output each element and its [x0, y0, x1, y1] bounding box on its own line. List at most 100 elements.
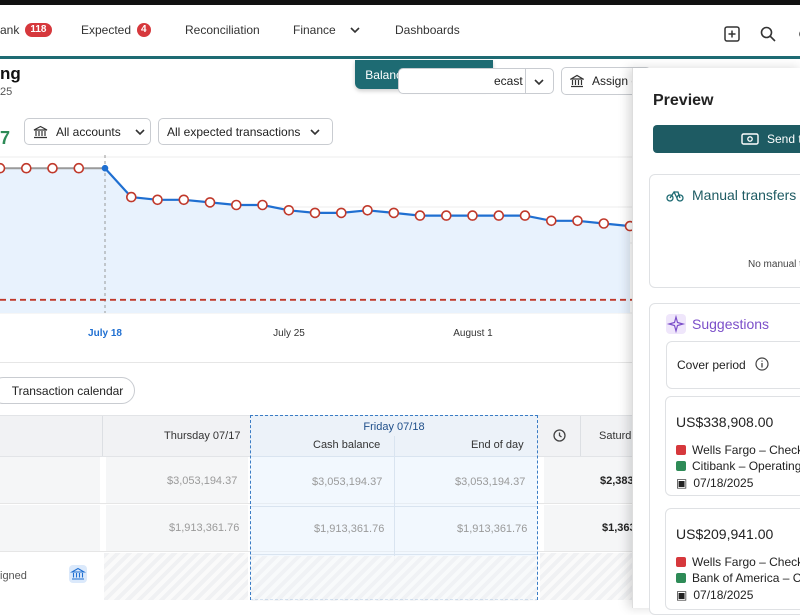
chevron-down-icon[interactable] [532, 75, 546, 89]
tab-transaction-calendar[interactable]: Transaction calendar [0, 377, 135, 404]
nav-item-label: Finance [293, 23, 336, 37]
suggestion-from: Wells Fargo – Check [676, 555, 800, 569]
suggestion-date: ▣ 07/18/2025 [676, 476, 753, 490]
nav-item-reconciliation[interactable]: Reconciliation [185, 23, 260, 37]
bank-icon[interactable] [69, 565, 87, 583]
row-divider [251, 506, 537, 507]
clock-icon[interactable] [552, 428, 567, 443]
data-point[interactable] [126, 191, 137, 203]
chevron-down-icon [135, 128, 145, 135]
tab-label: Transaction calendar [11, 383, 124, 398]
data-point[interactable] [0, 162, 6, 174]
data-point[interactable] [414, 210, 426, 221]
data-point[interactable] [101, 164, 109, 172]
data-point[interactable] [204, 197, 216, 208]
suggestion-to: Bank of America – C [676, 571, 800, 585]
incoming-arrow-icon [676, 461, 686, 471]
manual-transfers-card: Manual transfers No manual tran [649, 174, 800, 288]
data-point[interactable] [388, 207, 400, 219]
transactions-filter[interactable]: All expected transactions [158, 118, 333, 145]
nav-item-bank[interactable]: ank 118 [0, 23, 52, 37]
data-point[interactable] [257, 199, 268, 211]
section-divider [0, 362, 640, 363]
thursday-value: $1,913,361.76 [169, 522, 240, 534]
data-point[interactable] [335, 207, 347, 219]
data-point[interactable] [493, 210, 505, 221]
calendar-icon: ▣ [676, 476, 688, 490]
data-point[interactable] [152, 194, 163, 206]
x-tick-label: August 1 [453, 328, 493, 339]
date-value: 07/18/2025 [693, 476, 754, 490]
data-point[interactable] [440, 210, 452, 221]
row-divider [251, 456, 537, 457]
data-point[interactable] [178, 194, 190, 206]
friday-column-highlight: Friday 07/18 Cash balance End of day $3,… [250, 415, 538, 601]
empty-state-text: No manual tran [748, 259, 800, 270]
column-divider [580, 416, 581, 456]
x-tick-label: July 25 [273, 328, 305, 339]
data-point[interactable] [467, 210, 478, 221]
data-point[interactable] [545, 215, 557, 227]
from-account: Wells Fargo – Check [692, 555, 800, 569]
column-header-thursday: Thursday 07/17 [164, 430, 241, 442]
column-divider [394, 436, 395, 561]
data-point[interactable] [231, 199, 242, 211]
send-button[interactable]: Send t [653, 125, 800, 153]
data-point[interactable] [309, 207, 321, 219]
column-header-friday: Friday 07/18 [363, 421, 425, 433]
forecast-button[interactable]: ecast [398, 68, 554, 94]
nav-item-label: Dashboards [395, 23, 460, 37]
data-point[interactable] [572, 215, 583, 227]
from-account: Wells Fargo – Check [692, 443, 800, 457]
accounts-filter-label: All accounts [56, 124, 121, 139]
outgoing-arrow-icon [676, 445, 686, 455]
data-point[interactable] [73, 162, 85, 174]
forecast-label: ecast [494, 74, 523, 88]
preview-panel: Preview Send t Manual transfers No manua… [632, 68, 800, 615]
saturday-value: $2,383 [600, 475, 634, 487]
suggestion-amount: US$338,908.00 [676, 414, 774, 430]
suggestions-title: Suggestions [692, 316, 770, 332]
data-point[interactable] [519, 210, 531, 221]
cover-period-toggle[interactable]: Cover period [666, 341, 800, 389]
bank-icon [33, 125, 48, 138]
nav-item-dashboards[interactable]: Dashboards [395, 23, 460, 37]
cash-balance-value: $1,913,361.76 [314, 523, 385, 535]
suggestion-amount: US$209,941.00 [676, 526, 774, 542]
page-subtitle: 25 [0, 86, 13, 98]
info-icon[interactable] [755, 357, 769, 371]
nav-item-finance[interactable]: Finance [293, 23, 362, 37]
accounts-filter[interactable]: All accounts [24, 118, 151, 145]
end-of-day-header: End of day [471, 439, 524, 451]
end-of-day-value: $1,913,361.76 [457, 523, 528, 535]
nav-item-label: Reconciliation [185, 23, 260, 37]
sparkle-icon [666, 314, 686, 334]
nav-item-label: ank [0, 23, 20, 37]
add-square-icon[interactable] [723, 25, 741, 43]
hatched-cell [540, 553, 640, 600]
suggestion-item[interactable]: US$338,908.00 Wells Fargo – Check Citiba… [665, 396, 800, 496]
data-point[interactable] [362, 204, 373, 216]
end-of-day-value: $3,053,194.37 [455, 476, 526, 488]
data-point[interactable] [47, 162, 58, 174]
active-underline [0, 56, 800, 59]
search-icon[interactable] [759, 25, 777, 43]
hatched-cell [104, 553, 248, 600]
to-account: Citibank – Operating [692, 459, 800, 473]
column-header-saturday: Saturd [599, 430, 632, 442]
bank-icon [570, 74, 584, 88]
suggestion-item[interactable]: US$209,941.00 Wells Fargo – Check Bank o… [665, 508, 800, 610]
incoming-arrow-icon [676, 573, 686, 583]
panel-title: Preview [653, 92, 714, 109]
top-nav-bar: ank 118 Expected 4 Reconciliation Financ… [0, 0, 800, 56]
manual-transfers-title: Manual transfers [692, 187, 797, 203]
nav-item-expected[interactable]: Expected 4 [81, 23, 151, 37]
data-point[interactable] [20, 162, 32, 174]
data-point[interactable] [598, 218, 610, 229]
cash-balance-header: Cash balance [313, 439, 381, 451]
transactions-filter-label: All expected transactions [167, 124, 301, 139]
split-divider [525, 69, 526, 93]
outgoing-arrow-icon [676, 557, 686, 567]
settings-icon[interactable] [795, 25, 800, 43]
data-point[interactable] [283, 204, 295, 216]
